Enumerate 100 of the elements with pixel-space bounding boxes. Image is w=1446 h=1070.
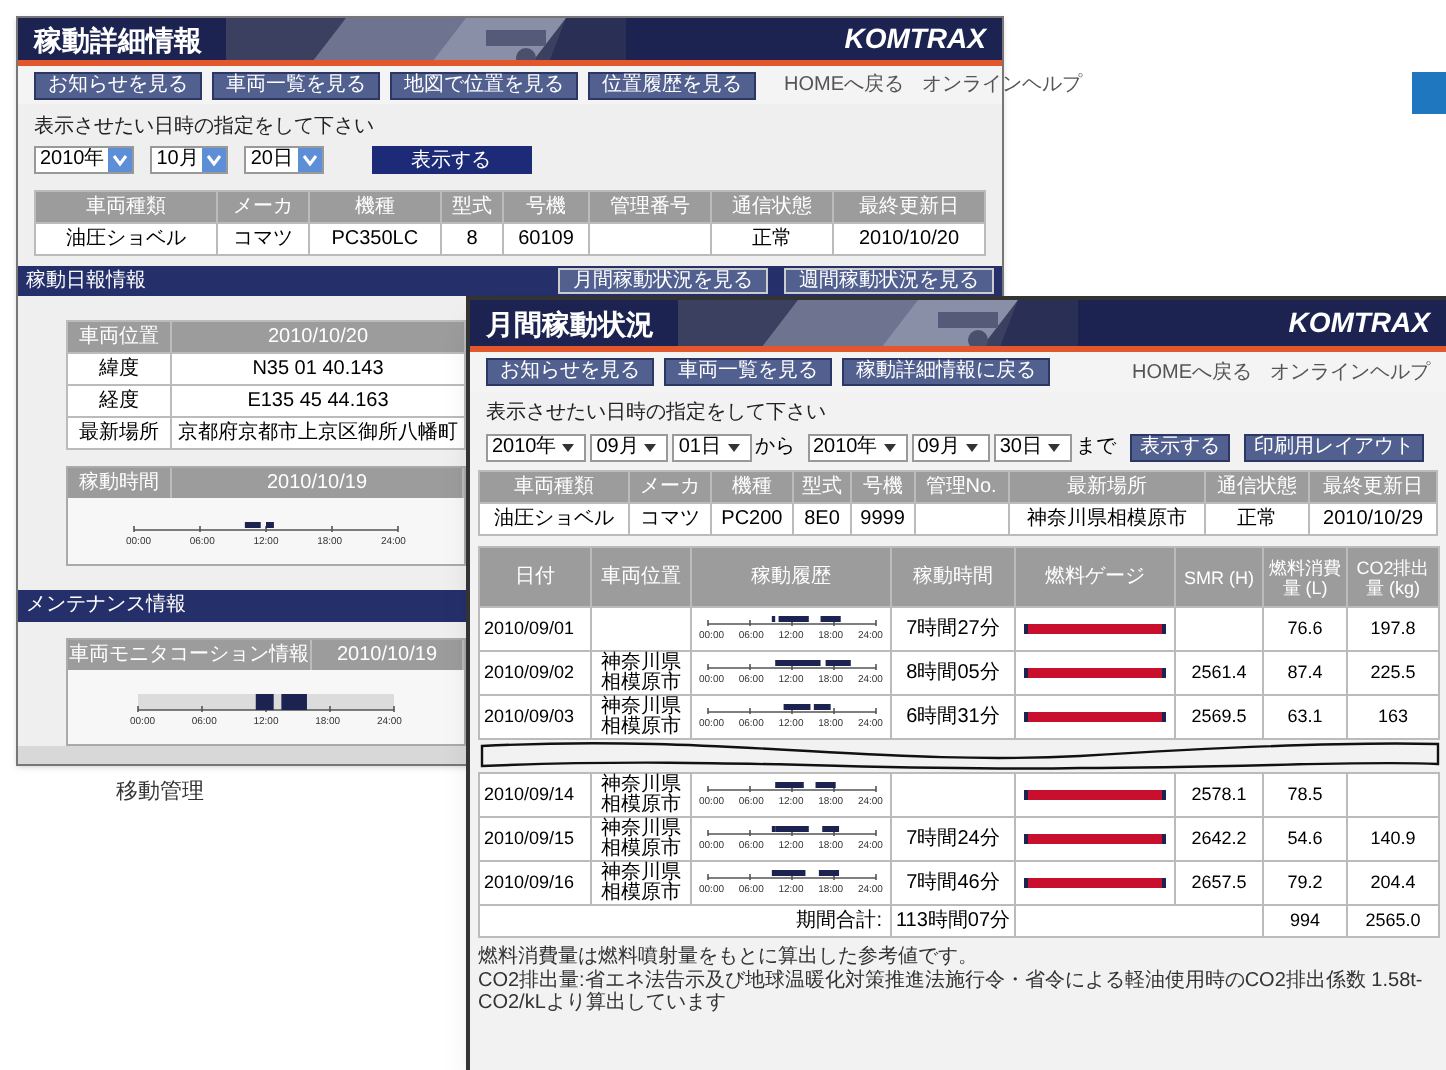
table-cell: 7時間27分 (891, 607, 1015, 651)
column-header: 稼動履歴 (691, 547, 891, 607)
table-cell: 7時間24分 (891, 817, 1015, 861)
table-cell: 京都府京都市上京区御所八幡町 (171, 416, 465, 449)
prompt-text: 表示させたい日時の指定をして下さい (486, 399, 828, 428)
table-cell: 2010/10/29 (1309, 503, 1437, 535)
caret-icon (560, 439, 577, 455)
table-cell: 2569.5 (1175, 695, 1263, 739)
action-button[interactable]: 表示する (1130, 433, 1230, 461)
table-cell: 204.4 (1347, 861, 1439, 905)
column-header: CO2排出量 (kg) (1347, 547, 1439, 607)
nav-button[interactable]: 車両一覧を見る (212, 71, 380, 100)
section-title: 稼動日報情報 (26, 267, 146, 296)
column-header: 車両種類 (35, 190, 217, 223)
table-cell: PC200 (710, 503, 794, 535)
column-header: 車両種類 (479, 471, 630, 503)
select-field[interactable]: 01日 (672, 433, 751, 461)
select-field[interactable]: 09月 (911, 433, 990, 461)
column-header: 号機 (851, 471, 915, 503)
table-cell: 神奈川県相模原市 (591, 651, 691, 695)
column-header: 最新場所 (1008, 471, 1206, 503)
caret-icon (963, 439, 980, 455)
table-cell: PC350LC (308, 222, 441, 255)
window-title: 月間稼動状況 (484, 307, 654, 339)
column-header: メーカ (216, 190, 309, 223)
column-header: 稼動時間 (68, 467, 172, 498)
total-label: 期間合計: (479, 905, 891, 937)
select-field[interactable]: 09月 (590, 433, 669, 461)
action-button[interactable]: 印刷用レイアウト (1244, 433, 1424, 461)
select-field[interactable]: 20日 (244, 145, 323, 174)
column-header: 機種 (308, 190, 441, 223)
column-header: 型式 (440, 190, 504, 223)
select-field[interactable]: 10月 (150, 145, 229, 174)
nav-button[interactable]: お知らせを見る (486, 358, 654, 386)
table-cell: 2642.2 (1175, 817, 1263, 861)
link[interactable]: HOMEへ戻る (784, 70, 904, 101)
table-cell: 2010/09/02 (479, 651, 591, 695)
fuel-gauge (1024, 624, 1166, 634)
column-header: 車両位置 (591, 547, 691, 607)
table-cell: 78.5 (1263, 773, 1347, 817)
column-header: 燃料消費量 (L) (1263, 547, 1347, 607)
caret-icon (642, 439, 659, 455)
nav-button[interactable]: お知らせを見る (34, 71, 202, 100)
select-field[interactable]: 2010年 (34, 145, 135, 174)
table-cell: 8時間05分 (891, 651, 1015, 695)
link[interactable]: オンラインヘルプ (1270, 357, 1430, 387)
section-button[interactable]: 月間稼動状況を見る (558, 267, 768, 294)
table-cell: 76.6 (1263, 607, 1347, 651)
table-cell: 140.9 (1347, 817, 1439, 861)
table-cell: 2561.4 (1175, 651, 1263, 695)
table-cell: 2578.1 (1175, 773, 1263, 817)
table-cell: 神奈川県相模原市 (591, 773, 691, 817)
table-cell: 8 (440, 222, 504, 255)
range-label: まで (1076, 434, 1116, 462)
table-cell: 最新場所 (67, 416, 171, 449)
table-cell: 2010/09/14 (479, 773, 591, 817)
column-header: 車両位置 (67, 320, 171, 353)
table-cell: 神奈川県相模原市 (591, 695, 691, 739)
logo: KOMTRAX (1288, 304, 1430, 342)
fuel-gauge (1024, 790, 1166, 800)
table-cell: 正常 (1205, 503, 1310, 535)
table-cell: 神奈川県相模原市 (1008, 503, 1206, 535)
section-button[interactable]: 週間稼動状況を見る (784, 267, 994, 294)
table-cell: 2010/09/16 (479, 861, 591, 905)
note-text: CO2排出量:省エネ法告示及び地球温暖化対策推進法施行令・省令による軽油使用時のCO2排出係数 1.58t-CO2/kLより算出しています (478, 970, 1425, 1014)
nav-button[interactable]: 稼動詳細情報に戻る (842, 358, 1050, 386)
nav-button[interactable]: 位置履歴を見る (588, 71, 756, 100)
table-cell: 54.6 (1263, 817, 1347, 861)
table-cell: 225.5 (1347, 651, 1439, 695)
table-cell: 2010/09/01 (479, 607, 591, 651)
nav-button[interactable]: 車両一覧を見る (664, 358, 832, 386)
table-cell: 87.4 (1263, 651, 1347, 695)
table-cell: E135 45 44.163 (171, 384, 465, 417)
select-field[interactable]: 2010年 (807, 433, 908, 461)
table-cell: 163 (1347, 695, 1439, 739)
table-cell: 正常 (710, 222, 833, 255)
column-header: 2010/10/19 (312, 639, 464, 670)
show-button[interactable]: 表示する (371, 145, 531, 174)
nav-button[interactable]: 地図で位置を見る (390, 71, 578, 100)
link[interactable]: オンラインヘルプ (922, 70, 1082, 101)
table-cell: 9999 (851, 503, 915, 535)
fuel-gauge (1024, 834, 1166, 844)
table-cell: コマツ (216, 222, 309, 255)
column-header: 最終更新日 (832, 190, 985, 223)
table-cell: 油圧ショベル (479, 503, 630, 535)
table-cell: 7時間46分 (891, 861, 1015, 905)
column-header: 管理番号 (588, 190, 711, 223)
note-text: 燃料消費量は燃料噴射量をもとに算出した参考値です。 (478, 946, 980, 968)
column-header: 号機 (503, 190, 589, 223)
column-header: 車両モニタコーション情報 (68, 639, 312, 670)
select-field[interactable]: 30日 (993, 433, 1072, 461)
logo: KOMTRAX (844, 20, 986, 59)
table-cell: 経度 (67, 384, 171, 417)
table-cell: 神奈川県相模原市 (591, 861, 691, 905)
fuel-gauge (1024, 668, 1166, 678)
column-header: 機種 (710, 471, 794, 503)
section-title: メンテナンス情報 (26, 591, 186, 621)
table-cell: 6時間31分 (891, 695, 1015, 739)
link[interactable]: HOMEへ戻る (1132, 357, 1252, 387)
select-field[interactable]: 2010年 (486, 433, 587, 461)
